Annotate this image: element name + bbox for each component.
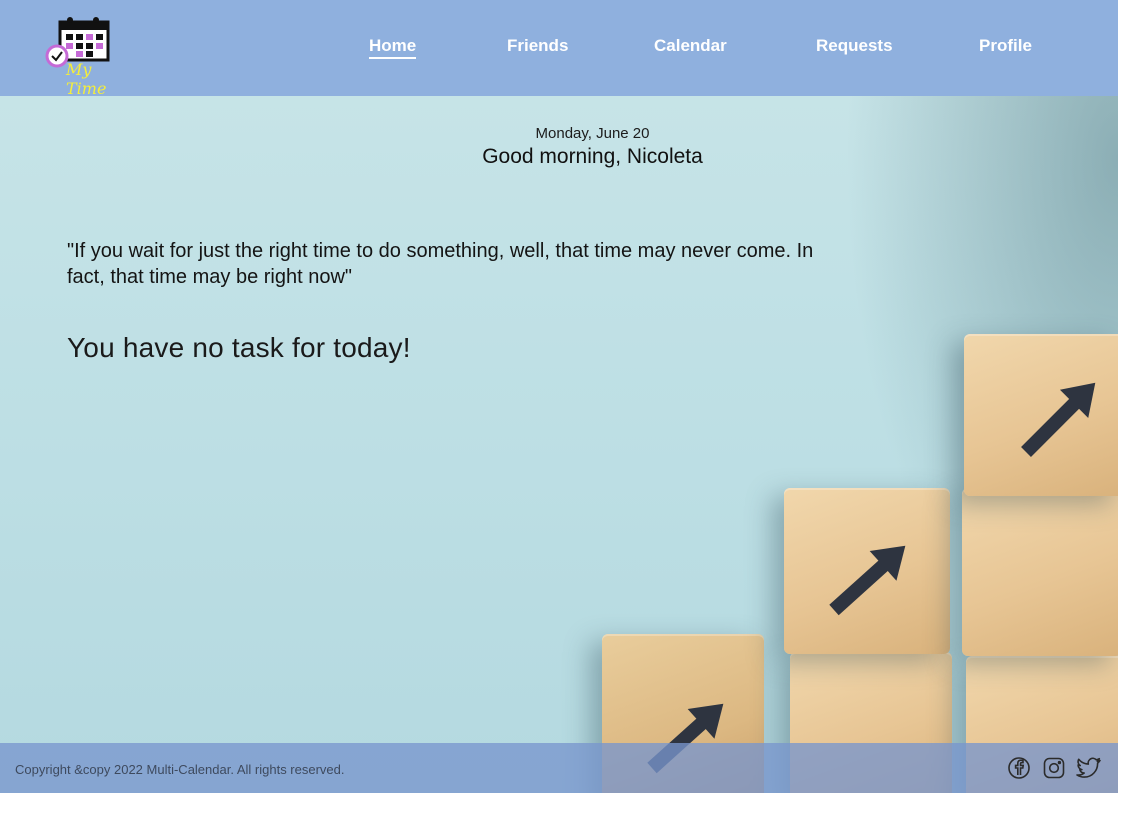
no-task-message: You have no task for today! [67, 332, 411, 363]
instagram-icon[interactable] [1042, 756, 1066, 780]
nav-profile[interactable]: Profile [979, 36, 1032, 56]
nav-friends[interactable]: Friends [507, 36, 568, 56]
current-date: Monday, June 20 [535, 125, 650, 142]
greeting-heading: Good morning, Nicoleta [482, 145, 703, 168]
logo[interactable]: My Time [44, 16, 134, 98]
nav-calendar[interactable]: Calendar [654, 36, 727, 56]
copyright-text: Copyright &copy 2022 Multi-Calendar. All… [15, 762, 345, 777]
top-navbar: My Time Home Friends Calendar Requests P… [0, 0, 1118, 98]
facebook-icon[interactable] [1007, 756, 1031, 780]
arrow-icon [829, 545, 906, 616]
nav-requests[interactable]: Requests [816, 36, 893, 56]
motivational-quote: "If you wait for just the right time to … [67, 240, 814, 288]
twitter-icon[interactable] [1076, 756, 1101, 780]
page: My Time Home Friends Calendar Requests P… [0, 0, 1118, 793]
logo-text: My Time [66, 60, 107, 98]
arrow-icon [1021, 382, 1096, 457]
arrows [647, 382, 1096, 774]
background-image [0, 0, 1118, 793]
footer: Copyright &copy 2022 Multi-Calendar. All… [0, 743, 1118, 793]
nav-home[interactable]: Home [369, 36, 417, 59]
